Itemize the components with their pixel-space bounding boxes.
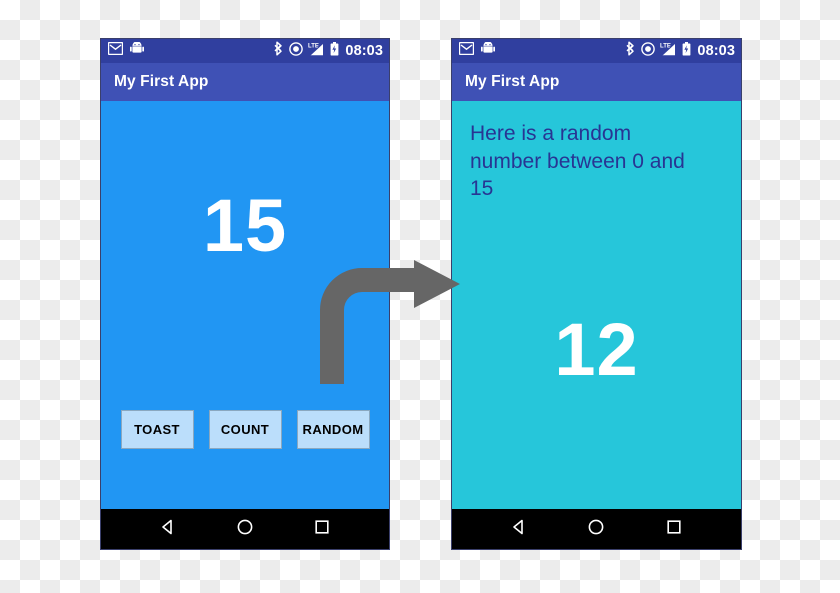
diagram-canvas: LTE 08:03 My First App 15 TOAST COUNT RA…	[0, 0, 840, 593]
screen-two-content: Here is a random number between 0 and 15…	[452, 101, 741, 509]
app-bar: My First App	[452, 63, 741, 101]
app-bar: My First App	[101, 63, 389, 101]
status-bar: LTE 08:03	[452, 39, 741, 63]
bluetooth-icon	[626, 41, 636, 61]
counter-value: 15	[202, 184, 288, 267]
home-button[interactable]	[587, 518, 605, 541]
navigation-bar	[452, 509, 741, 549]
app-title: My First App	[114, 73, 209, 90]
random-value: 12	[554, 308, 639, 391]
location-icon	[641, 41, 656, 61]
battery-icon	[330, 41, 339, 61]
navigation-bar	[101, 509, 389, 549]
home-button[interactable]	[236, 518, 254, 541]
recents-button[interactable]	[665, 518, 683, 541]
back-button[interactable]	[159, 518, 177, 541]
email-icon	[107, 41, 124, 60]
bluetooth-icon	[274, 41, 284, 61]
status-bar-clock: 08:03	[345, 42, 383, 59]
random-hint-text: Here is a random number between 0 and 15	[470, 122, 685, 201]
recents-button[interactable]	[313, 518, 331, 541]
email-icon	[458, 41, 475, 60]
location-icon	[289, 41, 304, 61]
status-bar: LTE 08:03	[101, 39, 389, 63]
toast-button[interactable]: TOAST	[120, 410, 194, 449]
android-robot-icon	[481, 41, 495, 60]
lte-signal-icon: LTE	[308, 41, 325, 61]
phone-screen-two: LTE 08:03 My First App Here is a random …	[451, 38, 742, 550]
button-row: TOAST COUNT RANDOM	[101, 410, 389, 449]
lte-signal-icon: LTE	[660, 41, 677, 61]
battery-icon	[682, 41, 691, 61]
android-robot-icon	[130, 41, 144, 60]
status-bar-right-icons: LTE 08:03	[274, 41, 383, 61]
screen-one-content: 15 TOAST COUNT RANDOM	[101, 101, 389, 509]
status-bar-left-icons	[107, 41, 144, 60]
phone-screen-one: LTE 08:03 My First App 15 TOAST COUNT RA…	[100, 38, 390, 550]
back-button[interactable]	[510, 518, 528, 541]
status-bar-right-icons: LTE 08:03	[626, 41, 735, 61]
count-button[interactable]: COUNT	[208, 410, 282, 449]
status-bar-left-icons	[458, 41, 495, 60]
app-title: My First App	[465, 73, 560, 90]
status-bar-clock: 08:03	[697, 42, 735, 59]
random-button[interactable]: RANDOM	[296, 410, 370, 449]
